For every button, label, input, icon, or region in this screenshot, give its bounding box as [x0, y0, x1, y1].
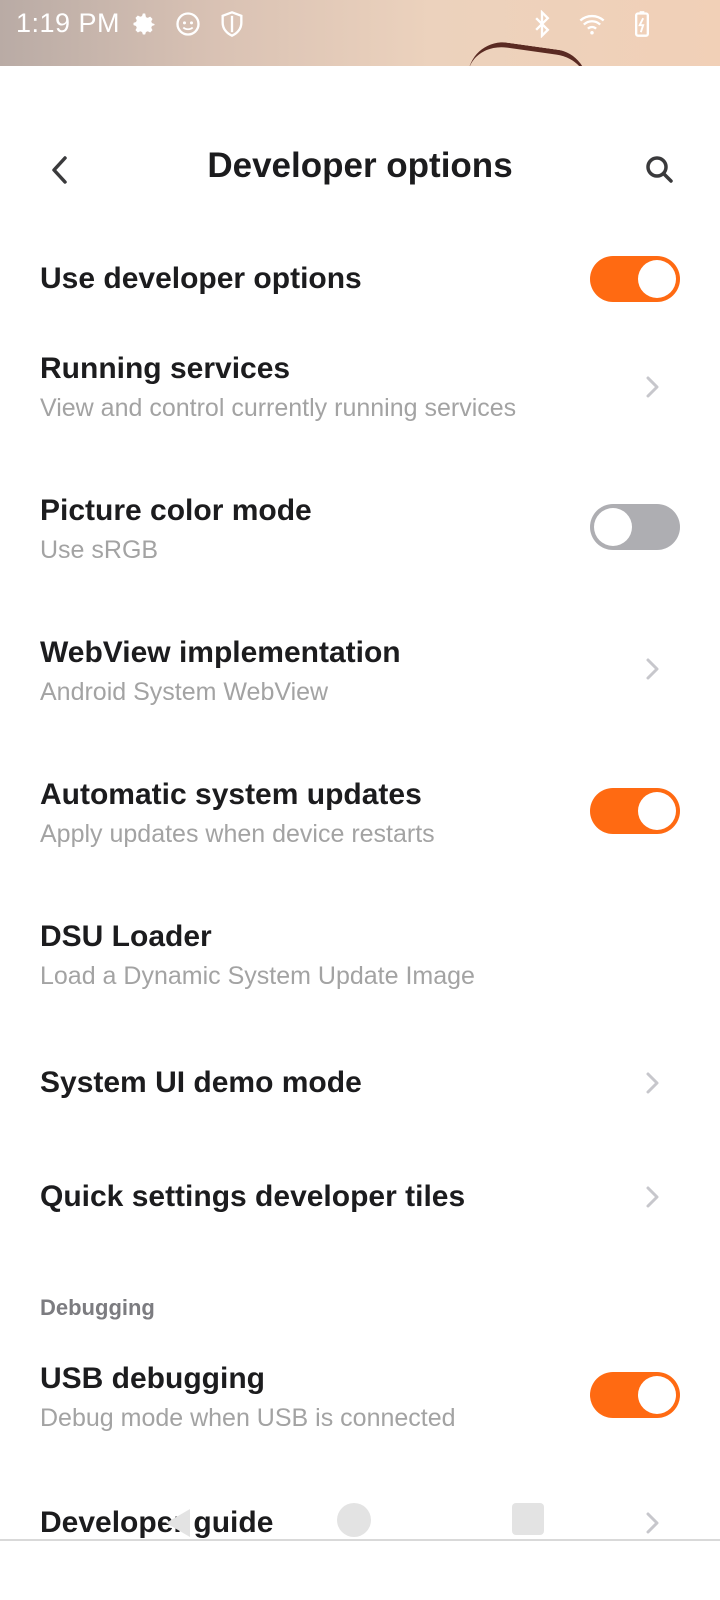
setting-subtitle: View and control currently running servi… [40, 394, 517, 422]
wifi-icon [579, 14, 605, 35]
picture-color-mode-toggle[interactable] [590, 504, 680, 550]
setting-dsu-loader[interactable]: DSU Loader Load a Dynamic System Update … [0, 908, 720, 1008]
nav-back-icon[interactable] [160, 1505, 194, 1541]
face-icon [176, 12, 200, 36]
battery-icon [635, 11, 649, 37]
setting-system-ui-demo-mode[interactable]: System UI demo mode [0, 1050, 720, 1120]
setting-title: Quick settings developer tiles [40, 1180, 466, 1213]
setting-subtitle: Use sRGB [40, 536, 159, 564]
automatic-updates-toggle[interactable] [590, 788, 680, 834]
setting-running-services[interactable]: Running services View and control curren… [0, 340, 720, 440]
setting-title: Picture color mode [40, 494, 312, 527]
chevron-right-icon [646, 1072, 659, 1094]
setting-title: Running services [40, 352, 291, 385]
status-icons-left [130, 10, 246, 38]
setting-automatic-system-updates[interactable]: Automatic system updates Apply updates w… [0, 766, 720, 866]
toggle-knob [638, 260, 676, 298]
setting-title: USB debugging [40, 1362, 265, 1395]
bluetooth-icon [535, 10, 550, 38]
page-title: Developer options [207, 146, 513, 185]
toggle-knob [638, 1376, 676, 1414]
setting-subtitle: Android System WebView [40, 678, 329, 706]
bottom-divider [0, 1539, 720, 1541]
setting-picture-color-mode[interactable]: Picture color mode Use sRGB [0, 482, 720, 582]
setting-usb-debugging[interactable]: USB debugging Debug mode when USB is con… [0, 1350, 720, 1450]
wallpaper-detail [468, 37, 592, 66]
section-header-debugging: Debugging [40, 1295, 155, 1320]
toggle-knob [594, 508, 632, 546]
setting-use-developer-options[interactable]: Use developer options [0, 246, 720, 312]
navigation-bar [0, 1495, 720, 1555]
developer-options-toggle[interactable] [590, 256, 680, 302]
setting-quick-settings-developer-tiles[interactable]: Quick settings developer tiles [0, 1164, 720, 1234]
setting-webview-implementation[interactable]: WebView implementation Android System We… [0, 624, 720, 724]
chevron-right-icon [646, 1186, 659, 1208]
toggle-knob [638, 792, 676, 830]
status-time: 1:19 PM [16, 8, 121, 38]
gear-icon [133, 13, 155, 35]
setting-title: System UI demo mode [40, 1066, 362, 1099]
app-header: Developer options [0, 130, 720, 210]
setting-title: DSU Loader [40, 920, 212, 953]
search-icon[interactable] [638, 148, 682, 192]
setting-title: WebView implementation [40, 636, 401, 669]
setting-subtitle: Debug mode when USB is connected [40, 1404, 456, 1432]
chevron-right-icon [646, 376, 659, 398]
setting-title: Automatic system updates [40, 778, 422, 811]
shield-icon [221, 11, 243, 37]
setting-subtitle: Apply updates when device restarts [40, 820, 435, 848]
setting-title: Use developer options [40, 262, 362, 295]
nav-home-icon[interactable] [337, 1503, 371, 1537]
status-bar: 1:19 PM [0, 0, 720, 66]
setting-subtitle: Load a Dynamic System Update Image [40, 962, 475, 990]
usb-debugging-toggle[interactable] [590, 1372, 680, 1418]
chevron-right-icon [646, 658, 659, 680]
nav-recents-icon[interactable] [512, 1503, 544, 1535]
status-icons-right [528, 10, 656, 38]
